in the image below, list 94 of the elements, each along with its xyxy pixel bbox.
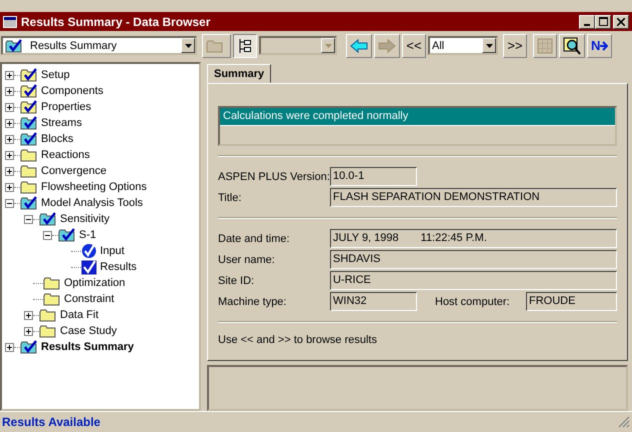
expand-toggle[interactable] <box>5 342 14 352</box>
close-icon <box>617 18 625 26</box>
value-field: 10.0-1 <box>330 167 417 186</box>
dropdown-arrow-icon <box>324 44 332 48</box>
checked-folder-icon <box>58 228 76 242</box>
folder-icon <box>43 276 61 290</box>
checked-folder-icon <box>39 212 57 226</box>
checked-folder-icon <box>20 116 38 130</box>
folder-icon <box>39 308 57 322</box>
expand-toggle[interactable] <box>5 86 14 96</box>
maximize-button[interactable] <box>595 14 611 28</box>
toolbar-button[interactable]: N <box>587 34 612 58</box>
expand-toggle[interactable] <box>5 70 14 80</box>
tree-item[interactable]: Convergence <box>41 165 106 177</box>
checked-folder-icon <box>20 340 38 354</box>
field-label: Machine type: <box>218 296 288 308</box>
tree-item[interactable]: Data Fit <box>60 309 99 321</box>
search-icon <box>563 36 581 54</box>
back-arrow-icon <box>350 38 368 54</box>
expand-toggle[interactable] <box>5 166 14 176</box>
folder-icon <box>20 180 38 194</box>
tree-item[interactable]: Optimization <box>64 277 126 289</box>
tree-item[interactable]: Constraint <box>64 293 114 305</box>
value-field: FLASH SEPARATION DEMONSTRATION <box>330 188 617 208</box>
expand-toggle[interactable] <box>5 150 14 160</box>
folder-icon <box>43 292 61 306</box>
tree-item[interactable]: Results <box>100 261 137 273</box>
checked-folder-icon <box>20 68 38 82</box>
tree-item[interactable]: Components <box>41 85 104 97</box>
tree-item[interactable]: Properties <box>41 101 92 113</box>
expand-toggle[interactable] <box>24 310 33 320</box>
expand-toggle[interactable] <box>5 118 14 128</box>
field-label: Title: <box>218 192 242 204</box>
check-square-icon <box>81 259 97 275</box>
tree-item[interactable]: Results Summary <box>41 341 134 353</box>
toolbar-button[interactable]: << <box>402 34 426 58</box>
toolbar-button[interactable]: >> <box>503 34 527 58</box>
grid-icon <box>537 38 553 54</box>
resize-grip-icon <box>618 416 630 428</box>
dropdown-arrow-icon <box>486 44 492 48</box>
collapse-toggle[interactable] <box>5 198 14 208</box>
value-field: SHDAVIS <box>330 250 617 270</box>
field-label: ASPEN PLUS Version: <box>218 170 330 183</box>
forward-arrow-icon <box>378 38 396 54</box>
hint-text: Use << and >> to browse results <box>218 333 378 346</box>
dropdown[interactable]: Results Summary <box>1 36 197 55</box>
tree-item[interactable]: Sensitivity <box>60 213 110 225</box>
maximize-icon <box>598 17 608 26</box>
checked-folder-icon <box>20 84 38 98</box>
folder-icon <box>39 324 57 338</box>
window-icon <box>3 16 17 28</box>
value-field: U-RICE <box>330 271 617 290</box>
tree-view-icon <box>238 38 252 54</box>
tree-item[interactable]: Flowsheeting Options <box>41 181 147 193</box>
dropdown-arrow-icon <box>184 44 192 48</box>
collapse-toggle[interactable] <box>43 230 52 240</box>
expand-toggle[interactable] <box>5 102 14 112</box>
field-label: User name: <box>218 254 276 266</box>
tree-item[interactable]: Reactions <box>41 149 90 161</box>
minimize-button[interactable] <box>579 14 595 28</box>
expand-toggle[interactable] <box>5 182 14 192</box>
tab[interactable]: Summary <box>207 64 272 84</box>
field-label: Host computer: <box>435 296 511 308</box>
checked-folder-icon <box>20 132 38 146</box>
tree-item[interactable]: Setup <box>41 69 70 81</box>
tree-item[interactable]: Model Analysis Tools <box>41 197 143 209</box>
value-field: JULY 9, 1998 11:22:45 P.M. <box>330 229 617 248</box>
folder-icon <box>206 38 224 52</box>
checked-folder-icon <box>20 100 38 114</box>
field-label: Date and time: <box>218 232 291 245</box>
status-text: Results Available <box>2 415 102 429</box>
tree-item[interactable]: Streams <box>41 117 82 129</box>
value-field: FROUDE <box>526 292 617 312</box>
checked-folder-icon <box>5 38 23 52</box>
status-message[interactable]: Calculations were completed normally <box>220 108 615 126</box>
expand-toggle[interactable] <box>5 134 14 144</box>
collapse-toggle[interactable] <box>24 214 33 224</box>
expand-toggle[interactable] <box>24 326 33 336</box>
check-circle-icon <box>81 243 97 259</box>
tree-item[interactable]: Blocks <box>41 133 74 145</box>
close-button[interactable] <box>613 14 629 28</box>
minimize-icon <box>584 24 590 26</box>
checked-folder-icon <box>20 196 38 210</box>
tree-item[interactable]: Input <box>100 245 124 257</box>
value-field: WIN32 <box>330 292 417 312</box>
window-title: Results Summary - Data Browser <box>21 14 212 28</box>
next-arrow-icon <box>600 40 608 52</box>
tree-item[interactable]: S-1 <box>79 229 96 241</box>
dropdown[interactable]: All <box>428 36 498 55</box>
folder-icon <box>20 164 38 178</box>
tree-item[interactable]: Case Study <box>60 325 117 337</box>
toolbar-button[interactable] <box>233 34 257 58</box>
folder-icon <box>20 148 38 162</box>
field-label: Site ID: <box>218 274 256 287</box>
